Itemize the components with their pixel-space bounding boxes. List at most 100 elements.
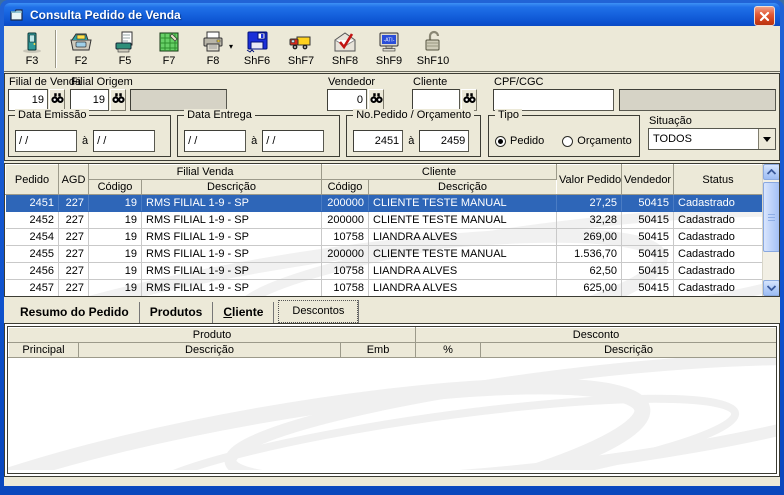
- print-preview-icon: [112, 29, 138, 55]
- cliente-label: Cliente: [413, 76, 448, 88]
- grid-cell: Cadastrado: [673, 228, 763, 246]
- column-header-status: Status: [673, 164, 763, 195]
- scrollbar-thumb[interactable]: [763, 182, 779, 252]
- tab-descontos[interactable]: Descontos: [278, 300, 359, 323]
- grid-cell: RMS FILIAL 1-9 - SP: [141, 262, 322, 280]
- svg-text:-ATI-: -ATI-: [384, 38, 395, 44]
- pedido-to-input[interactable]: 2459: [419, 130, 470, 152]
- grid-cell: CLIENTE TESTE MANUAL: [368, 194, 557, 212]
- filial-origem-label: Filial Origem: [71, 76, 133, 88]
- printer-options-dropdown-icon[interactable]: ▾: [229, 42, 233, 51]
- toolbar-button-f7[interactable]: F7: [147, 28, 191, 67]
- grid-cell: 19: [88, 279, 142, 296]
- tipo-radio-pedido[interactable]: Pedido: [495, 135, 544, 147]
- grid-cell: RMS FILIAL 1-9 - SP: [141, 228, 322, 246]
- vendedor-input[interactable]: 0: [327, 89, 367, 111]
- close-button[interactable]: [754, 6, 775, 26]
- toolbar-button-shf8[interactable]: ShF8: [323, 28, 367, 67]
- tipo-radio-oramento[interactable]: Orçamento: [562, 135, 632, 147]
- grid-cell: 2455: [5, 245, 59, 263]
- grid-cell: LIANDRA ALVES: [368, 262, 557, 280]
- pedido-from-input[interactable]: 2451: [353, 130, 404, 152]
- cliente-lookup-button[interactable]: [461, 89, 477, 111]
- order-row-2451[interactable]: 2451 227 19 RMS FILIAL 1-9 - SP 200000 CLIENT…: [5, 194, 763, 212]
- grid-cell: 200000: [321, 194, 369, 212]
- grid-vertical-scrollbar[interactable]: [762, 164, 779, 296]
- toolbar-button-label: F7: [162, 55, 176, 67]
- order-row-2457[interactable]: 2457 227 19 RMS FILIAL 1-9 - SP 10758 LIANDRA…: [5, 279, 763, 296]
- cliente-input[interactable]: [412, 89, 460, 111]
- column-header-percent: %: [415, 342, 482, 358]
- toolbar-button-label: ShF10: [416, 55, 450, 67]
- data-emissao-to-input[interactable]: / /: [93, 130, 156, 152]
- column-header-cliente-codigo: Código: [321, 179, 369, 195]
- data-entrega-from-input[interactable]: / /: [184, 130, 247, 152]
- toolbar-button-shf7[interactable]: ShF7: [279, 28, 323, 67]
- grid-cell: 32,28: [556, 211, 622, 229]
- grid-cell: 227: [58, 211, 89, 229]
- filial-origem-input[interactable]: 19: [70, 89, 109, 111]
- filial-origem-lookup-button[interactable]: [110, 89, 126, 111]
- descontos-panel: Produto Desconto Principal Descrição Emb…: [4, 323, 780, 477]
- grid-cell: Cadastrado: [673, 245, 763, 263]
- filial-venda-label: Filial de Venda: [9, 76, 82, 88]
- data-emissao-group: Data Emissão / / à / /: [8, 109, 172, 157]
- grid-cell: RMS FILIAL 1-9 - SP: [141, 245, 322, 263]
- grid-cell: 227: [58, 245, 89, 263]
- situacao-dropdown[interactable]: TODOS: [648, 128, 777, 150]
- grid-cell: 10758: [321, 262, 369, 280]
- grid-cell: 50415: [621, 211, 674, 229]
- tab-produtos[interactable]: Produtos: [140, 302, 214, 323]
- filial-venda-input[interactable]: 19: [8, 89, 48, 111]
- grid-cell: CLIENTE TESTE MANUAL: [368, 245, 557, 263]
- tab-cliente[interactable]: Cliente: [213, 302, 275, 323]
- grid-cell: 27,25: [556, 194, 622, 212]
- grid-cell: 10758: [321, 279, 369, 296]
- toolbar-button-f3[interactable]: F3: [10, 28, 54, 67]
- mail-check-icon: [332, 29, 358, 55]
- toolbar-button-label: ShF8: [331, 55, 359, 67]
- column-header-desconto-descricao: Descrição: [480, 342, 776, 358]
- order-row-2452[interactable]: 2452 227 19 RMS FILIAL 1-9 - SP 200000 CLIENT…: [5, 211, 763, 229]
- column-header-filial-descricao: Descrição: [141, 179, 322, 195]
- app-window: Consulta Pedido de Venda F3 F2 F5 F7 F8 ▾ ShF6…: [0, 0, 784, 495]
- toolbar-button-f5[interactable]: F5: [103, 28, 147, 67]
- tab-resumo-do-pedido[interactable]: Resumo do Pedido: [10, 302, 140, 323]
- binoculars-icon: [50, 93, 64, 107]
- filial-venda-lookup-button[interactable]: [49, 89, 65, 111]
- save-floppy-icon: [244, 29, 270, 55]
- scroll-down-button[interactable]: [763, 280, 779, 296]
- detail-tabs: Resumo do Pedido Produtos Cliente Descontos: [4, 297, 780, 323]
- toolbar-button-label: F5: [118, 55, 132, 67]
- vendedor-lookup-button[interactable]: [368, 89, 384, 111]
- grid-cell: 200000: [321, 245, 369, 263]
- grid-cell: 2454: [5, 228, 59, 246]
- column-header-agd: AGD: [58, 164, 89, 195]
- data-emissao-from-input[interactable]: / /: [15, 130, 77, 152]
- truck-icon: [288, 29, 314, 55]
- grid-cell: RMS FILIAL 1-9 - SP: [141, 211, 322, 229]
- grid-cell: Cadastrado: [673, 279, 763, 296]
- radio-label: Pedido: [510, 135, 545, 147]
- cliente-descricao-readonly: [619, 89, 776, 111]
- pedido-range-label: No.Pedido / Orçamento: [353, 109, 475, 122]
- grid-cell: LIANDRA ALVES: [368, 279, 557, 296]
- filter-panel: Filial de Venda 19 Filial Origem 19 Vend…: [4, 73, 780, 161]
- orders-grid-panel: Pedido AGD Filial Venda Cliente Valor Pe…: [4, 163, 780, 297]
- data-entrega-to-input[interactable]: / /: [262, 130, 325, 152]
- scroll-up-button[interactable]: [763, 164, 779, 180]
- grid-cell: 2451: [5, 194, 59, 212]
- toolbar-button-shf9[interactable]: -ATI- ShF9: [367, 28, 411, 67]
- grid-cell: 227: [58, 228, 89, 246]
- toolbar-button-f2[interactable]: F2: [59, 28, 103, 67]
- toolbar-button-shf10[interactable]: ShF10: [411, 28, 455, 67]
- order-row-2454[interactable]: 2454 227 19 RMS FILIAL 1-9 - SP 10758 LIANDRA…: [5, 228, 763, 246]
- cpf-cgc-input[interactable]: [493, 89, 614, 111]
- grid-cell: 19: [88, 211, 142, 229]
- order-row-2456[interactable]: 2456 227 19 RMS FILIAL 1-9 - SP 10758 LIANDRA…: [5, 262, 763, 280]
- pedido-range-group: No.Pedido / Orçamento 2451 à 2459: [346, 109, 482, 157]
- toolbar-button-shf6[interactable]: ShF6: [235, 28, 279, 67]
- chevron-down-icon[interactable]: [758, 129, 776, 149]
- order-row-2455[interactable]: 2455 227 19 RMS FILIAL 1-9 - SP 200000 CLIENT…: [5, 245, 763, 263]
- group-header-cliente: Cliente: [321, 164, 557, 180]
